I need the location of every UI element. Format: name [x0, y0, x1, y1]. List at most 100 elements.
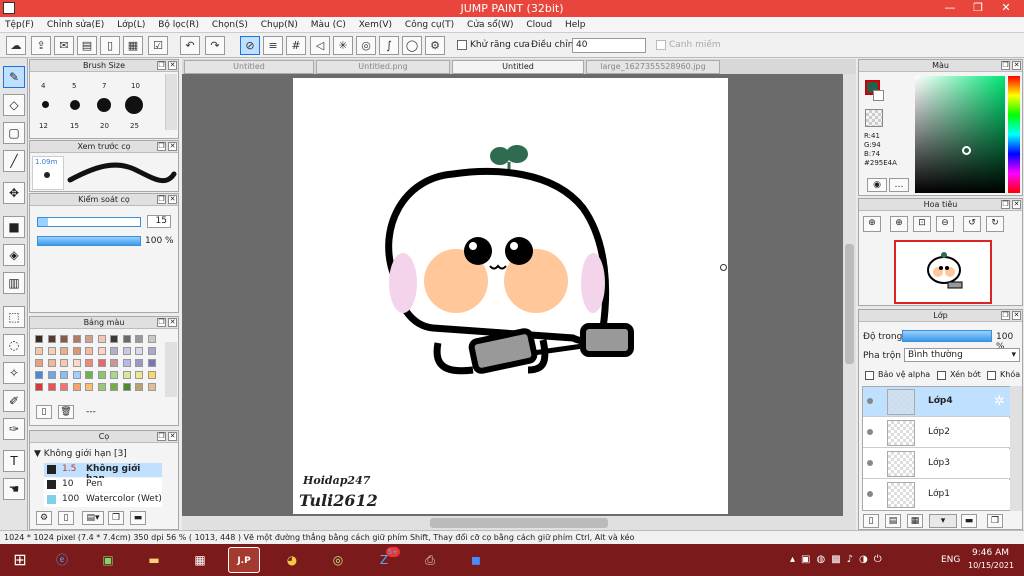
color-swatch[interactable] — [97, 335, 106, 343]
color-swatch[interactable] — [35, 359, 43, 367]
parallel-ruler-icon[interactable]: ≡ — [263, 36, 283, 55]
tab-untitled-1[interactable]: Untitled — [184, 60, 314, 74]
upload-icon[interactable]: ⇪ — [31, 36, 51, 55]
zoom-meeting-icon[interactable]: ◼ — [460, 547, 492, 573]
color-swatch[interactable] — [60, 347, 68, 355]
color-swatch[interactable] — [72, 347, 81, 355]
color-swatch[interactable] — [147, 335, 156, 343]
color-swatch[interactable] — [35, 383, 43, 391]
color-swatch[interactable] — [147, 371, 156, 379]
color-swatch[interactable] — [147, 359, 156, 367]
close-button[interactable]: ✕ — [992, 0, 1020, 17]
tab-large-jpg[interactable]: large_1627355528960.jpg — [586, 60, 720, 74]
protect-alpha-checkbox[interactable] — [865, 371, 874, 380]
color-swatch[interactable] — [85, 347, 93, 355]
color-swatch[interactable] — [135, 335, 143, 343]
restore-button[interactable]: ❐ — [964, 0, 992, 17]
line-tool-icon[interactable]: ╱ — [3, 150, 25, 172]
color-swatch[interactable] — [147, 383, 156, 391]
comment-icon[interactable]: ▤ — [77, 36, 97, 55]
printer-icon[interactable]: ⎙ — [414, 547, 446, 573]
close-icon[interactable]: ✕ — [1012, 311, 1021, 320]
size-dot[interactable] — [97, 98, 111, 112]
tab-untitled-png[interactable]: Untitled.png — [316, 60, 450, 74]
float-icon[interactable]: ❐ — [1001, 61, 1010, 70]
brush-size-scrollbar[interactable] — [165, 74, 177, 130]
color-swatch[interactable] — [47, 359, 56, 367]
color-swatch[interactable] — [47, 371, 56, 379]
color-swatch[interactable] — [60, 383, 68, 391]
internet-explorer-icon[interactable]: ⓔ — [46, 547, 78, 573]
menu-help[interactable]: Help — [560, 17, 591, 33]
color-swatch[interactable] — [97, 383, 106, 391]
color-swatch[interactable] — [85, 383, 93, 391]
color-swatch[interactable] — [135, 371, 143, 379]
color-swatch[interactable] — [60, 359, 68, 367]
clock-date[interactable]: 10/15/2021 — [968, 561, 1014, 570]
jump-paint-taskbar-icon[interactable]: J.P — [228, 547, 260, 573]
color-swatch[interactable] — [122, 371, 131, 379]
zoom-in-alt-icon[interactable]: ⊕ — [890, 216, 908, 232]
no-ruler-icon[interactable]: ⊘ — [240, 36, 260, 55]
canvas-area[interactable]: Hoidap247 Tuli2612 — [182, 74, 856, 530]
marquee-tool-icon[interactable]: ⬚ — [3, 306, 25, 328]
delete-swatch-icon[interactable]: 🗑 — [58, 405, 74, 419]
visibility-icon[interactable] — [867, 398, 873, 404]
copy-brush-icon[interactable]: ❐ — [108, 511, 124, 525]
lock-checkbox[interactable] — [987, 371, 996, 380]
select-rect-tool-icon[interactable]: ▢ — [3, 122, 25, 144]
menu-tools[interactable]: Công cụ(T) — [400, 17, 459, 33]
vanishing-ruler-icon[interactable]: ◁ — [310, 36, 330, 55]
cloud-icon[interactable]: ☁ — [6, 36, 26, 55]
zoom-out-icon[interactable]: ⊖ — [936, 216, 954, 232]
color-swatch[interactable] — [47, 335, 56, 343]
color-wheel-icon[interactable]: ◉ — [867, 178, 887, 192]
grid-ruler-icon[interactable]: # — [286, 36, 306, 55]
menu-color[interactable]: Màu (C) — [306, 17, 351, 33]
close-icon[interactable]: ✕ — [1012, 61, 1021, 70]
layer-row-lop4[interactable]: Lớp4 ✲ — [863, 387, 1010, 417]
new-layer-alt-icon[interactable]: ▤ — [885, 514, 901, 528]
blend-mode-select[interactable]: Bình thường ▾ — [904, 348, 1020, 362]
menu-filter[interactable]: Bộ lọc(R) — [153, 17, 204, 33]
color-options-icon[interactable]: … — [889, 178, 909, 192]
new-folder-icon[interactable]: ▦ — [907, 514, 923, 528]
menu-capture[interactable]: Chụp(N) — [256, 17, 303, 33]
hand-tool-icon[interactable]: ☚ — [3, 478, 25, 500]
color-swatch[interactable] — [110, 383, 118, 391]
gradient-tool-icon[interactable]: ▥ — [3, 272, 25, 294]
chrome-icon[interactable]: ◕ — [276, 547, 308, 573]
coccoc-icon[interactable]: ◎ — [322, 547, 354, 573]
layer-menu-icon[interactable]: ▾ — [929, 514, 957, 528]
color-swatch[interactable] — [97, 371, 106, 379]
color-swatch[interactable] — [60, 371, 68, 379]
copy-layer-icon[interactable]: ❐ — [987, 514, 1003, 528]
color-swatch[interactable] — [122, 347, 131, 355]
color-swatch[interactable] — [110, 359, 118, 367]
checklist-icon[interactable]: ☑ — [148, 36, 168, 55]
saturation-value-field[interactable] — [915, 76, 1005, 193]
sub-color-swatch[interactable] — [873, 90, 884, 101]
vertical-scrollbar[interactable] — [843, 74, 856, 516]
new-brush-icon[interactable]: ▯ — [58, 511, 74, 525]
close-icon[interactable]: ✕ — [168, 432, 177, 441]
fill-rect-tool-icon[interactable]: ■ — [3, 216, 25, 238]
menu-file[interactable]: Tệp(F) — [0, 17, 39, 33]
menu-view[interactable]: Xem(V) — [354, 17, 397, 33]
redo-icon[interactable]: ↷ — [205, 36, 225, 55]
color-picker-cursor[interactable] — [962, 146, 971, 155]
color-swatch[interactable] — [110, 335, 118, 343]
zoom-in-icon[interactable]: ⊕ — [863, 216, 881, 232]
float-icon[interactable]: ❐ — [157, 432, 166, 441]
close-icon[interactable]: ✕ — [168, 61, 177, 70]
folder-icon[interactable]: ▬ — [961, 514, 977, 528]
color-swatch[interactable] — [72, 371, 81, 379]
float-icon[interactable]: ❐ — [1001, 200, 1010, 209]
select-pen-tool-icon[interactable]: ✐ — [3, 390, 25, 412]
app-icon[interactable]: ▦ — [184, 547, 216, 573]
menu-layer[interactable]: Lớp(L) — [112, 17, 150, 33]
color-swatch[interactable] — [122, 383, 131, 391]
chat-icon[interactable]: ✉ — [54, 36, 74, 55]
fit-icon[interactable]: ⊡ — [913, 216, 931, 232]
brush-group[interactable]: ▼ Không giới hạn [3] — [34, 449, 127, 459]
